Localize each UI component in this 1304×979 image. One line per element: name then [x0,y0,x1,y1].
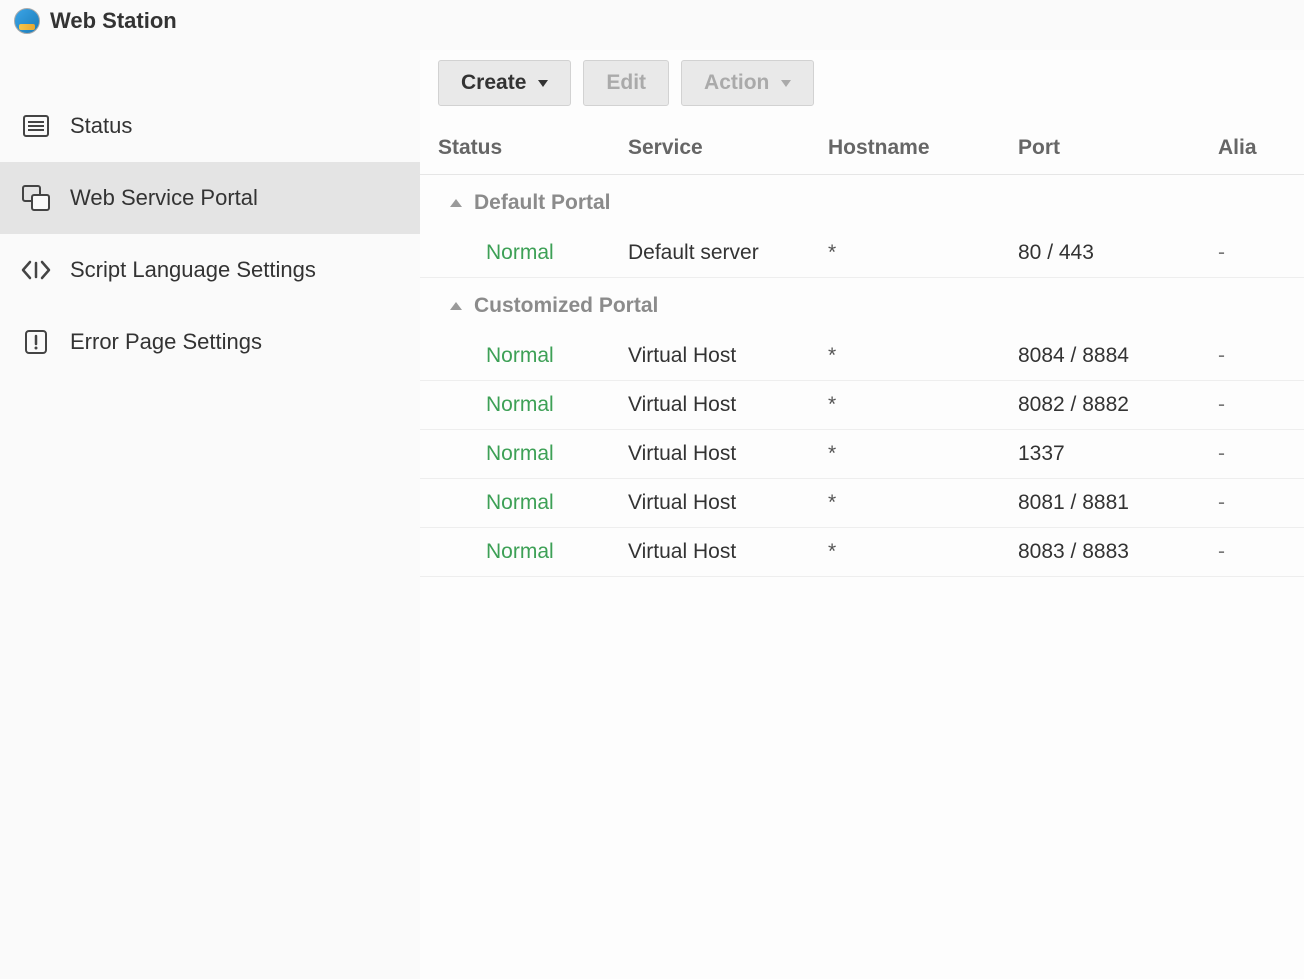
action-button-label: Action [704,71,769,95]
chevron-down-icon [538,80,548,87]
sidebar-item-script-language-settings[interactable]: Script Language Settings [0,234,420,306]
cell-hostname: * [828,241,1018,265]
cell-port: 80 / 443 [1018,241,1218,265]
cell-service: Virtual Host [628,393,828,417]
app-body: Status Web Service Portal [0,50,1304,979]
sidebar: Status Web Service Portal [0,50,420,979]
table-row[interactable]: Normal Virtual Host * 8083 / 8883 - [420,528,1304,577]
code-icon [20,256,52,284]
col-header-status[interactable]: Status [438,136,628,160]
chevron-up-icon [450,199,462,207]
cell-status: Normal [438,540,628,564]
cell-port: 1337 [1018,442,1218,466]
cell-hostname: * [828,540,1018,564]
create-button-label: Create [461,71,526,95]
cell-alias: - [1218,442,1304,466]
table-row[interactable]: Normal Default server * 80 / 443 - [420,229,1304,278]
main-content: Create Edit Action Status Service Hostna… [420,50,1304,979]
sidebar-item-web-service-portal[interactable]: Web Service Portal [0,162,420,234]
cell-service: Virtual Host [628,540,828,564]
alert-icon [20,328,52,356]
table-header-row: Status Service Hostname Port Alia [420,124,1304,175]
cell-status: Normal [438,393,628,417]
cell-hostname: * [828,491,1018,515]
cell-status: Normal [438,241,628,265]
sidebar-item-label: Script Language Settings [70,257,316,283]
toolbar: Create Edit Action [420,50,1304,124]
cell-hostname: * [828,393,1018,417]
app-title: Web Station [50,8,177,34]
cell-service: Default server [628,241,828,265]
cell-alias: - [1218,393,1304,417]
cell-alias: - [1218,344,1304,368]
app-window: Web Station Status [0,0,1304,979]
group-title: Default Portal [474,191,611,215]
chevron-down-icon [781,80,791,87]
cell-port: 8084 / 8884 [1018,344,1218,368]
col-header-alias[interactable]: Alia [1218,136,1304,160]
cell-port: 8083 / 8883 [1018,540,1218,564]
app-icon [14,8,40,34]
sidebar-item-label: Status [70,113,132,139]
portal-table: Status Service Hostname Port Alia Defaul… [420,124,1304,577]
table-row[interactable]: Normal Virtual Host * 8081 / 8881 - [420,479,1304,528]
cell-status: Normal [438,344,628,368]
cell-hostname: * [828,344,1018,368]
cell-service: Virtual Host [628,344,828,368]
titlebar: Web Station [0,0,1304,50]
chevron-up-icon [450,302,462,310]
sidebar-item-error-page-settings[interactable]: Error Page Settings [0,306,420,378]
list-icon [20,112,52,140]
group-title: Customized Portal [474,294,658,318]
cell-service: Virtual Host [628,491,828,515]
edit-button-label: Edit [606,71,646,95]
cell-service: Virtual Host [628,442,828,466]
sidebar-item-status[interactable]: Status [0,90,420,162]
action-button[interactable]: Action [681,60,814,106]
table-row[interactable]: Normal Virtual Host * 8084 / 8884 - [420,332,1304,381]
table-row[interactable]: Normal Virtual Host * 1337 - [420,430,1304,479]
sidebar-item-label: Web Service Portal [70,185,258,211]
portal-icon [20,184,52,212]
group-header-customized-portal[interactable]: Customized Portal [420,278,1304,332]
cell-alias: - [1218,241,1304,265]
sidebar-item-label: Error Page Settings [70,329,262,355]
cell-status: Normal [438,491,628,515]
cell-port: 8082 / 8882 [1018,393,1218,417]
edit-button[interactable]: Edit [583,60,669,106]
table-row[interactable]: Normal Virtual Host * 8082 / 8882 - [420,381,1304,430]
cell-alias: - [1218,540,1304,564]
cell-hostname: * [828,442,1018,466]
col-header-service[interactable]: Service [628,136,828,160]
group-header-default-portal[interactable]: Default Portal [420,175,1304,229]
cell-status: Normal [438,442,628,466]
create-button[interactable]: Create [438,60,571,106]
col-header-port[interactable]: Port [1018,136,1218,160]
cell-port: 8081 / 8881 [1018,491,1218,515]
cell-alias: - [1218,491,1304,515]
col-header-hostname[interactable]: Hostname [828,136,1018,160]
